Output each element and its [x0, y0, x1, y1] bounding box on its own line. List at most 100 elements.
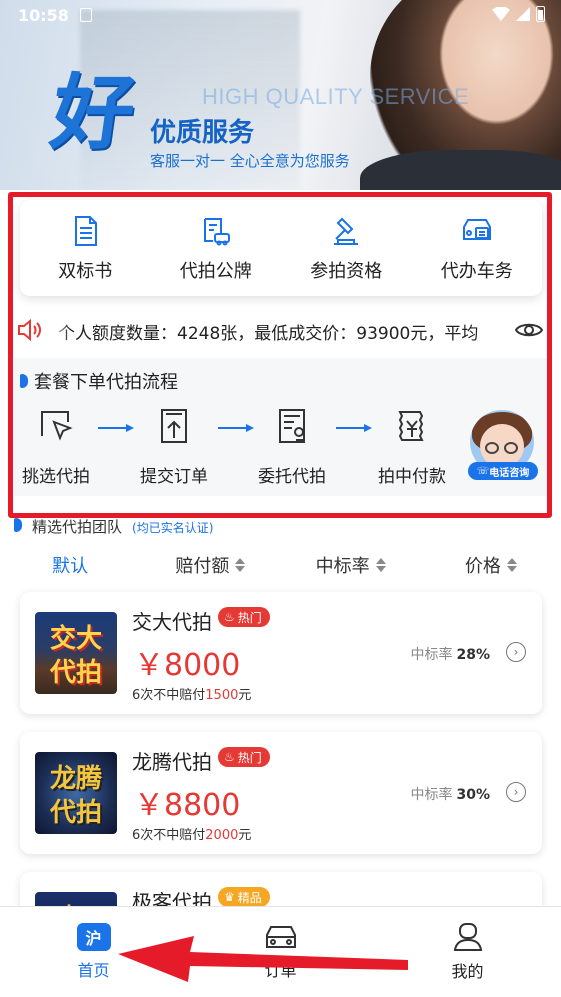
status-bar: 10:58	[0, 0, 561, 32]
banner-title: 优质服务	[150, 118, 255, 148]
process-title: 套餐下单代拍流程	[34, 372, 178, 393]
banner-logo-char: 好	[45, 65, 141, 161]
team-card[interactable]: 龙腾 代拍 龙腾代拍 ♨ 热门 ￥8800 6次不中赔付2000元 中标率 30% …	[20, 732, 542, 854]
home-icon: 沪	[76, 923, 111, 951]
upload-document-icon	[161, 409, 187, 443]
chevron-right-icon[interactable]: ›	[506, 642, 526, 662]
comp-suffix: 元	[238, 688, 252, 703]
win-rate: 中标率 28%	[410, 644, 490, 664]
nav-label: 首页	[77, 961, 110, 980]
notification-icon	[80, 8, 92, 22]
team-title: 精选代拍团队	[32, 518, 123, 536]
sort-label: 价格	[464, 556, 501, 577]
comp-suffix: 元	[238, 828, 252, 843]
compensation-text: 6次不中赔付2000元	[132, 824, 251, 843]
process-step-label: 拍中付款	[378, 467, 446, 487]
announcement-text: 个人额度数量：4248张，最低成交价：93900元，平均	[58, 324, 479, 344]
thumbnail-text: 交大	[49, 624, 102, 654]
service-auction-qualification[interactable]: 参拍资格	[281, 200, 412, 296]
speaker-icon	[18, 318, 41, 342]
rate-value: 28%	[456, 647, 490, 663]
premium-badge: ♛ 精品	[218, 887, 270, 907]
hot-badge: ♨ 热门	[218, 607, 270, 627]
team-thumbnail: 交大 代拍	[35, 612, 117, 694]
app-screen: 好 HIGH QUALITY SERVICE 优质服务 客服一对一 全心全意为您…	[0, 0, 561, 997]
sort-arrows-icon	[506, 558, 517, 572]
process-header: 套餐下单代拍流程	[20, 368, 178, 394]
rate-label: 中标率	[410, 787, 453, 803]
thumbnail-text: 代拍	[49, 798, 102, 828]
sort-label: 中标率	[315, 556, 370, 577]
marquee-fade	[50, 312, 70, 348]
process-step-label: 挑选代拍	[22, 467, 90, 487]
section-marker	[14, 518, 22, 532]
service-vehicle-affairs[interactable]: 代办车务	[412, 200, 543, 296]
service-label: 代拍公牌	[179, 261, 252, 282]
sort-label: 赔付额	[175, 556, 230, 577]
service-label: 双标书	[58, 261, 113, 282]
services-card: 双标书 代拍公牌 参拍资格 代办车务	[20, 200, 542, 296]
sort-price[interactable]: 价格	[421, 546, 561, 584]
sort-default[interactable]: 默认	[0, 546, 140, 584]
process-step-entrust: 委托代拍	[242, 406, 342, 487]
sort-win-rate[interactable]: 中标率	[281, 546, 421, 584]
banner-subtitle: 客服一对一 全心全意为您服务	[150, 152, 350, 170]
service-proxy-public-plate[interactable]: 代拍公牌	[151, 200, 282, 296]
team-note: (均已实名认证)	[132, 521, 214, 535]
payment-icon	[398, 411, 424, 441]
sort-bar: 默认 赔付额 中标率 价格	[0, 546, 561, 584]
comp-prefix: 6次不中赔付	[132, 828, 206, 843]
thumbnail-text: 代拍	[49, 658, 102, 688]
service-double-bid[interactable]: 双标书	[20, 200, 151, 296]
team-name: 龙腾代拍	[132, 750, 212, 774]
service-label: 参拍资格	[310, 261, 383, 282]
tag-label: 精品	[237, 890, 262, 905]
team-name: 交大代拍	[132, 610, 212, 634]
sort-compensation[interactable]: 赔付额	[140, 546, 280, 584]
sort-label: 默认	[52, 556, 89, 577]
banner-english-title: HIGH QUALITY SERVICE	[202, 84, 470, 109]
tag-label: 热门	[237, 610, 262, 625]
team-price: ￥8000	[134, 648, 241, 683]
team-price: ￥8800	[134, 788, 241, 823]
announcement-marquee[interactable]: 个人额度数量：4248张，最低成交价：93900元，平均	[14, 312, 548, 348]
rate-label: 中标率	[410, 647, 453, 663]
team-header: 精选代拍团队 (均已实名认证)	[14, 516, 213, 537]
phone-icon: ☏	[476, 465, 490, 477]
status-icons	[492, 6, 545, 22]
annotation-arrow-icon	[118, 936, 408, 982]
eye-icon[interactable]	[514, 320, 544, 340]
process-step-label: 提交订单	[140, 467, 208, 487]
section-marker	[20, 374, 28, 388]
process-step-label: 委托代拍	[258, 467, 326, 487]
battery-icon	[536, 6, 545, 22]
chevron-right-icon[interactable]: ›	[506, 782, 526, 802]
compensation-text: 6次不中赔付1500元	[132, 684, 251, 703]
phone-consult-button[interactable]: ☏ 电话咨询	[468, 462, 538, 480]
avatar-glasses-left	[485, 442, 499, 454]
comp-value: 1500	[205, 688, 239, 703]
flame-icon: ♨	[224, 610, 235, 624]
sort-arrows-icon	[375, 558, 386, 572]
car-id-icon	[462, 219, 491, 240]
team-card[interactable]: 交大 代拍 交大代拍 ♨ 热门 ￥8000 6次不中赔付1500元 中标率 28% …	[20, 592, 542, 714]
team-thumbnail: 龙腾 代拍	[35, 752, 117, 834]
order-process-section: 套餐下单代拍流程 挑选代拍 提交订单 委托代拍 拍中付款 ☏ 电话咨询	[14, 358, 548, 496]
sort-arrows-icon	[235, 558, 246, 572]
thumbnail-text: 龙腾	[49, 764, 102, 794]
crown-icon: ♛	[224, 890, 235, 904]
nav-label: 我的	[451, 962, 484, 981]
document-icon	[75, 216, 98, 246]
contract-icon	[279, 409, 305, 443]
hot-badge: ♨ 热门	[218, 747, 270, 767]
rate-value: 30%	[456, 787, 490, 803]
wifi-icon	[492, 7, 510, 21]
phone-consult-label: 电话咨询	[489, 467, 530, 479]
process-step-submit: 提交订单	[124, 406, 224, 487]
process-step-select: 挑选代拍	[6, 406, 106, 487]
status-time: 10:58	[18, 6, 69, 25]
gavel-icon	[334, 217, 359, 245]
cursor-select-icon	[41, 411, 73, 441]
process-step-pay: 拍中付款	[362, 406, 462, 487]
comp-value: 2000	[205, 828, 239, 843]
